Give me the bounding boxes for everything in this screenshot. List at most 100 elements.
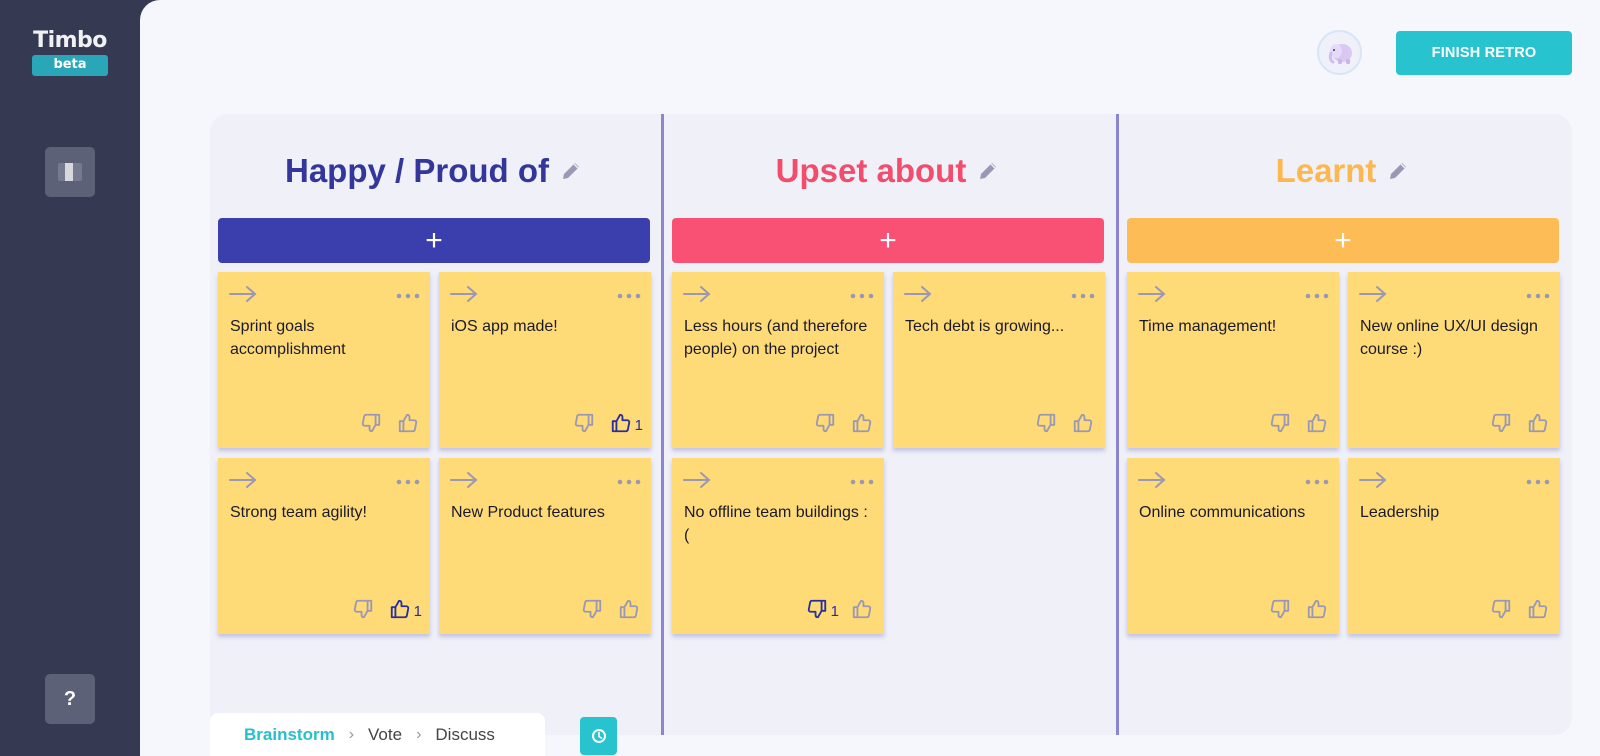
sticky-card[interactable]: New Product features <box>439 458 651 634</box>
thumbs-up-icon <box>1527 598 1549 624</box>
toggle-panel-button[interactable] <box>45 147 95 197</box>
more-options-icon[interactable] <box>850 286 874 304</box>
like-count: 1 <box>413 602 422 620</box>
thumbs-up-icon <box>851 412 873 438</box>
like-button[interactable] <box>851 598 876 624</box>
card-votes <box>1035 412 1097 438</box>
card-text: Sprint goals accomplishment <box>230 318 346 358</box>
sticky-card[interactable]: Strong team agility! 1 <box>218 458 430 634</box>
arrow-right-icon[interactable] <box>449 470 479 495</box>
phase-brainstorm[interactable]: Brainstorm <box>244 725 335 745</box>
phase-vote[interactable]: Vote <box>368 725 402 745</box>
like-button[interactable] <box>1306 598 1331 624</box>
phase-discuss[interactable]: Discuss <box>435 725 495 745</box>
thumbs-up-icon <box>1072 412 1094 438</box>
like-button[interactable] <box>397 412 422 438</box>
more-options-icon[interactable] <box>1526 286 1550 304</box>
more-options-icon[interactable] <box>396 286 420 304</box>
more-options-icon[interactable] <box>1305 472 1329 490</box>
more-options-icon[interactable] <box>617 472 641 490</box>
column-divider <box>661 114 664 735</box>
dislike-button[interactable] <box>1490 598 1515 624</box>
sticky-card[interactable]: Leadership <box>1348 458 1560 634</box>
user-avatar[interactable] <box>1317 30 1362 75</box>
dislike-button[interactable] <box>581 598 606 624</box>
more-options-icon[interactable] <box>617 286 641 304</box>
add-card-button[interactable]: + <box>672 218 1104 263</box>
sticky-card[interactable]: No offline team buildings :( 1 <box>672 458 884 634</box>
sticky-card[interactable]: New online UX/UI design course :) <box>1348 272 1560 448</box>
like-button[interactable] <box>851 412 876 438</box>
arrow-right-icon[interactable] <box>449 284 479 309</box>
sticky-card[interactable]: iOS app made! 1 <box>439 272 651 448</box>
add-card-button[interactable]: + <box>218 218 650 263</box>
finish-retro-button[interactable]: FINISH RETRO <box>1396 31 1572 75</box>
dislike-button[interactable] <box>1490 412 1515 438</box>
more-options-icon[interactable] <box>850 472 874 490</box>
card-votes <box>360 412 422 438</box>
dislike-count: 1 <box>830 602 839 620</box>
like-button[interactable] <box>1527 598 1552 624</box>
thumbs-up-icon <box>610 412 632 438</box>
pencil-icon[interactable] <box>1386 159 1410 183</box>
dislike-button[interactable] <box>360 412 385 438</box>
more-options-icon[interactable] <box>396 472 420 490</box>
more-options-icon[interactable] <box>1526 472 1550 490</box>
like-button[interactable] <box>1306 412 1331 438</box>
arrow-right-icon[interactable] <box>682 470 712 495</box>
column-header: Upset about <box>672 114 1104 218</box>
card-votes <box>581 598 643 624</box>
arrow-right-icon[interactable] <box>1137 470 1167 495</box>
card-text: New online UX/UI design course :) <box>1360 318 1538 358</box>
thumbs-down-icon <box>814 412 836 438</box>
sticky-card[interactable]: Tech debt is growing... <box>893 272 1105 448</box>
arrow-right-icon[interactable] <box>1358 470 1388 495</box>
arrow-right-icon[interactable] <box>1137 284 1167 309</box>
card-votes <box>1490 598 1552 624</box>
panel-toggle-icon <box>58 163 82 181</box>
arrow-right-icon[interactable] <box>228 284 258 309</box>
like-button[interactable]: 1 <box>389 598 422 624</box>
more-options-icon[interactable] <box>1071 286 1095 304</box>
help-button[interactable]: ? <box>45 674 95 724</box>
sticky-card[interactable]: Less hours (and therefore people) on the… <box>672 272 884 448</box>
arrow-right-icon[interactable] <box>1358 284 1388 309</box>
card-votes <box>1269 412 1331 438</box>
dislike-button[interactable] <box>352 598 377 624</box>
card-list: Less hours (and therefore people) on the… <box>672 272 1105 634</box>
column-2: Learnt + Time management! New online UX/… <box>1127 114 1560 634</box>
dislike-button[interactable] <box>1269 412 1294 438</box>
card-list: Time management! New online UX/UI design… <box>1127 272 1560 634</box>
sticky-card[interactable]: Sprint goals accomplishment <box>218 272 430 448</box>
more-options-icon[interactable] <box>1305 286 1329 304</box>
card-text: Less hours (and therefore people) on the… <box>684 318 868 358</box>
thumbs-up-icon <box>397 412 419 438</box>
thumbs-down-icon <box>581 598 603 624</box>
dislike-button[interactable] <box>1035 412 1060 438</box>
column-divider <box>1116 114 1119 735</box>
sticky-card[interactable]: Time management! <box>1127 272 1339 448</box>
dislike-button[interactable]: 1 <box>806 598 839 624</box>
like-button[interactable] <box>618 598 643 624</box>
dislike-button[interactable] <box>573 412 598 438</box>
card-list: Sprint goals accomplishment iOS app made… <box>218 272 651 634</box>
sticky-card[interactable]: Online communications <box>1127 458 1339 634</box>
arrow-right-icon[interactable] <box>903 284 933 309</box>
like-button[interactable]: 1 <box>610 412 643 438</box>
arrow-right-icon[interactable] <box>682 284 712 309</box>
timer-button[interactable] <box>580 717 617 755</box>
logo-text: Timbo <box>33 28 107 53</box>
dislike-button[interactable] <box>1269 598 1294 624</box>
like-button[interactable] <box>1527 412 1552 438</box>
dislike-button[interactable] <box>814 412 839 438</box>
sidebar: Timbo beta ? <box>0 0 150 756</box>
like-button[interactable] <box>1072 412 1097 438</box>
column-title: Upset about <box>775 152 967 189</box>
arrow-right-icon[interactable] <box>228 470 258 495</box>
thumbs-down-icon <box>360 412 382 438</box>
thumbs-down-icon <box>1490 598 1512 624</box>
pencil-icon[interactable] <box>559 159 583 183</box>
add-card-button[interactable]: + <box>1127 218 1559 263</box>
pencil-icon[interactable] <box>976 159 1000 183</box>
card-text: Strong team agility! <box>230 504 367 521</box>
